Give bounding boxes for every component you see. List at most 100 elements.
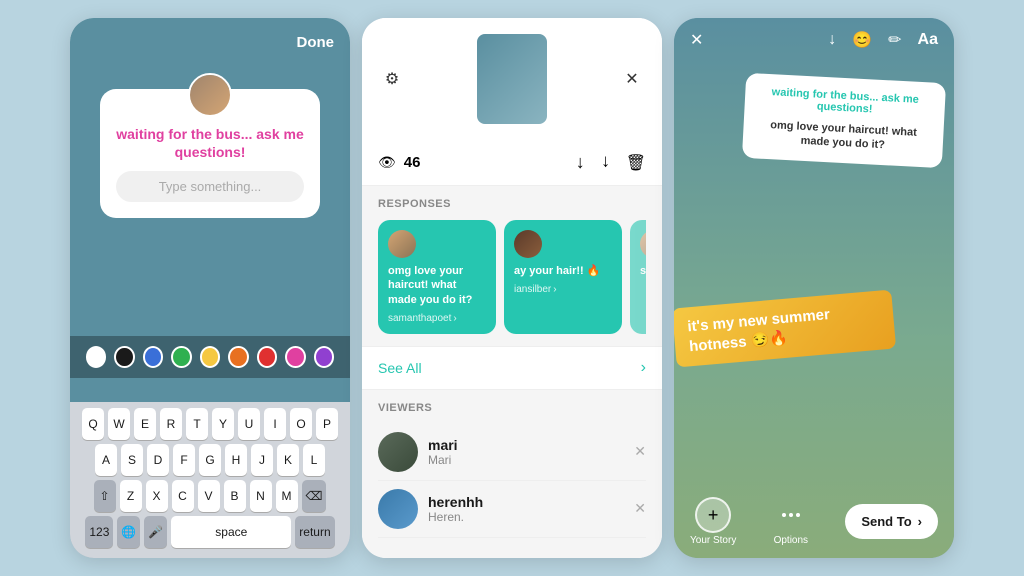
viewer-info-2: herenhh Heren. — [428, 494, 624, 524]
key-space[interactable]: space — [171, 516, 291, 548]
key-b[interactable]: B — [224, 480, 246, 512]
key-t[interactable]: T — [186, 408, 208, 440]
sticker-input-placeholder[interactable]: Type something... — [116, 171, 304, 202]
key-a[interactable]: A — [95, 444, 117, 476]
key-shift[interactable]: ⇧ — [94, 480, 116, 512]
responses-section: RESPONSES omg love your haircut! what ma… — [362, 186, 662, 346]
your-story-button[interactable]: + Your Story — [690, 497, 736, 546]
key-r[interactable]: R — [160, 408, 182, 440]
key-f[interactable]: F — [173, 444, 195, 476]
story-thumb-bg — [477, 34, 547, 124]
key-u[interactable]: U — [238, 408, 260, 440]
response-avatar-1 — [388, 230, 416, 258]
screen3-edit-icon[interactable]: ✏ — [888, 30, 901, 50]
key-v[interactable]: V — [198, 480, 220, 512]
color-black[interactable] — [114, 346, 134, 368]
key-y[interactable]: Y — [212, 408, 234, 440]
response-username-1: samanthapoet › — [388, 313, 486, 324]
options-label: Options — [774, 535, 808, 546]
sticker3-answer: omg love your haircut! what made you do … — [755, 117, 932, 155]
key-w[interactable]: W — [108, 408, 130, 440]
key-i[interactable]: I — [264, 408, 286, 440]
key-s[interactable]: S — [121, 444, 143, 476]
download-icon[interactable]: ↓ — [576, 152, 585, 173]
key-h[interactable]: H — [225, 444, 247, 476]
key-x[interactable]: X — [146, 480, 168, 512]
color-white[interactable] — [86, 346, 106, 368]
dot-2 — [789, 513, 793, 517]
options-dots — [773, 497, 809, 533]
see-all-row[interactable]: See All › — [362, 346, 662, 390]
share-icon[interactable]: ↑ — [601, 152, 610, 173]
options-button[interactable]: Options — [773, 497, 809, 546]
viewer-row-1: mari Mari ✕ — [378, 424, 646, 481]
screen3-text-icon[interactable]: Aa — [918, 31, 938, 49]
key-123[interactable]: 123 — [85, 516, 113, 548]
response-card-1[interactable]: omg love your haircut! what made you do … — [378, 220, 496, 334]
key-backspace[interactable]: ⌫ — [302, 480, 327, 512]
key-g[interactable]: G — [199, 444, 221, 476]
viewer-close-1[interactable]: ✕ — [634, 443, 646, 460]
viewer-name-2: herenhh — [428, 494, 624, 510]
color-blue[interactable] — [143, 346, 163, 368]
key-globe[interactable]: 🌐 — [117, 516, 140, 548]
response-text-3: sa... — [640, 264, 646, 278]
key-z[interactable]: Z — [120, 480, 142, 512]
story-thumbnail — [477, 34, 547, 124]
color-orange[interactable] — [228, 346, 248, 368]
response-card-2[interactable]: ay your hair!! 🔥 iansilber › — [504, 220, 622, 334]
key-q[interactable]: Q — [82, 408, 104, 440]
screen1-header: Done — [70, 18, 350, 59]
key-return[interactable]: return — [295, 516, 334, 548]
sticker3-question: waiting for the bus... ask me questions! — [756, 85, 933, 118]
close-icon[interactable]: ✕ — [618, 65, 646, 93]
done-button[interactable]: Done — [297, 34, 335, 51]
screen3-download-icon[interactable]: ↓ — [828, 31, 836, 49]
key-k[interactable]: K — [277, 444, 299, 476]
key-m[interactable]: M — [276, 480, 298, 512]
send-to-button[interactable]: Send To › — [845, 504, 938, 539]
key-o[interactable]: O — [290, 408, 312, 440]
viewer-name-1: mari — [428, 437, 624, 453]
viewer-close-2[interactable]: ✕ — [634, 500, 646, 517]
screen3-header: ✕ ↓ 😊 ✏ Aa — [674, 18, 954, 62]
dot-1 — [782, 513, 786, 517]
key-mic[interactable]: 🎤 — [144, 516, 167, 548]
see-all-text: See All — [378, 360, 422, 376]
viewer-handle-2: Heren. — [428, 510, 624, 524]
response-card-3[interactable]: sa... — [630, 220, 646, 334]
sticker-question-text: waiting for the bus... ask me questions! — [116, 125, 304, 161]
key-p[interactable]: P — [316, 408, 338, 440]
keyboard-row-3: ⇧ Z X C V B N M ⌫ — [74, 480, 346, 512]
color-red[interactable] — [257, 346, 277, 368]
responses-label: RESPONSES — [378, 198, 646, 210]
send-to-label: Send To — [861, 514, 911, 529]
responses-row: omg love your haircut! what made you do … — [378, 220, 646, 334]
response-username-2: iansilber › — [514, 284, 612, 295]
screen3-close-icon[interactable]: ✕ — [690, 30, 703, 50]
color-yellow[interactable] — [200, 346, 220, 368]
screen3-sticker-icon[interactable]: 😊 — [852, 30, 872, 50]
key-j[interactable]: J — [251, 444, 273, 476]
response-avatar-2 — [514, 230, 542, 258]
keyboard: Q W E R T Y U I O P A S D F G H — [70, 402, 350, 558]
response-avatar-3 — [640, 230, 646, 258]
screen2: ⚙ ✕ 👁 46 ↓ ↑ 🗑 RESPONSES — [362, 18, 662, 558]
color-purple[interactable] — [314, 346, 334, 368]
settings-icon[interactable]: ⚙ — [378, 65, 406, 93]
viewer-row-2: herenhh Heren. ✕ — [378, 481, 646, 538]
delete-icon[interactable]: 🗑 — [626, 153, 646, 173]
key-e[interactable]: E — [134, 408, 156, 440]
eye-icon: 👁 — [378, 154, 396, 171]
screen3: ✕ ↓ 😊 ✏ Aa waiting for the bus... ask me… — [674, 18, 954, 558]
your-story-label: Your Story — [690, 535, 736, 546]
key-c[interactable]: C — [172, 480, 194, 512]
key-l[interactable]: L — [303, 444, 325, 476]
answer-sticker-text: it's my new summer hotness 😏🔥 — [687, 301, 882, 357]
color-green[interactable] — [171, 346, 191, 368]
viewer-info-1: mari Mari — [428, 437, 624, 467]
key-n[interactable]: N — [250, 480, 272, 512]
keyboard-row-4: 123 🌐 🎤 space return — [74, 516, 346, 548]
color-pink[interactable] — [285, 346, 305, 368]
key-d[interactable]: D — [147, 444, 169, 476]
